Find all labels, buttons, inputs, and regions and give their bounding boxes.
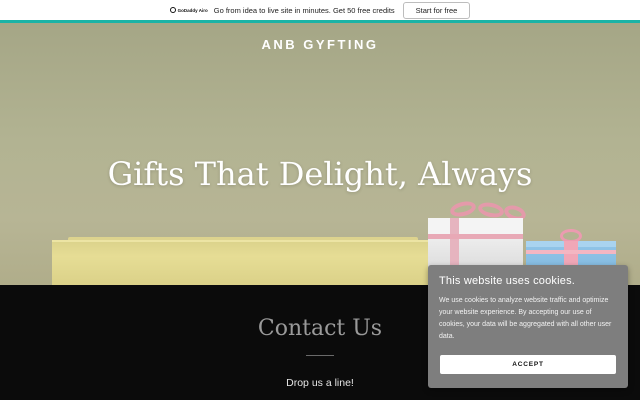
hero-section: ANB GYFTING Gifts That Delight, Always (0, 23, 640, 285)
site-brand[interactable]: ANB GYFTING (0, 37, 640, 52)
start-for-free-button[interactable]: Start for free (402, 1, 471, 19)
godaddy-logo-icon (169, 7, 176, 13)
promo-message: Go from idea to live site in minutes. Ge… (213, 5, 395, 15)
cookie-title: This website uses cookies. (439, 275, 576, 287)
hero-title: Gifts That Delight, Always (107, 155, 533, 193)
promo-bar: GoDaddy Airo Go from idea to live site i… (0, 0, 640, 23)
gift-bow-image (448, 199, 540, 224)
cookie-banner: This website uses cookies. We use cookie… (428, 265, 628, 388)
godaddy-logo-text: GoDaddy Airo (177, 7, 208, 13)
white-gift-image (428, 218, 523, 285)
godaddy-logo[interactable]: GoDaddy Airo (169, 7, 208, 13)
gift-box-image (52, 240, 432, 285)
accept-cookies-button[interactable]: ACCEPT (440, 355, 616, 374)
cookie-message: We use cookies to analyze website traffi… (439, 297, 612, 340)
contact-divider (306, 355, 334, 356)
